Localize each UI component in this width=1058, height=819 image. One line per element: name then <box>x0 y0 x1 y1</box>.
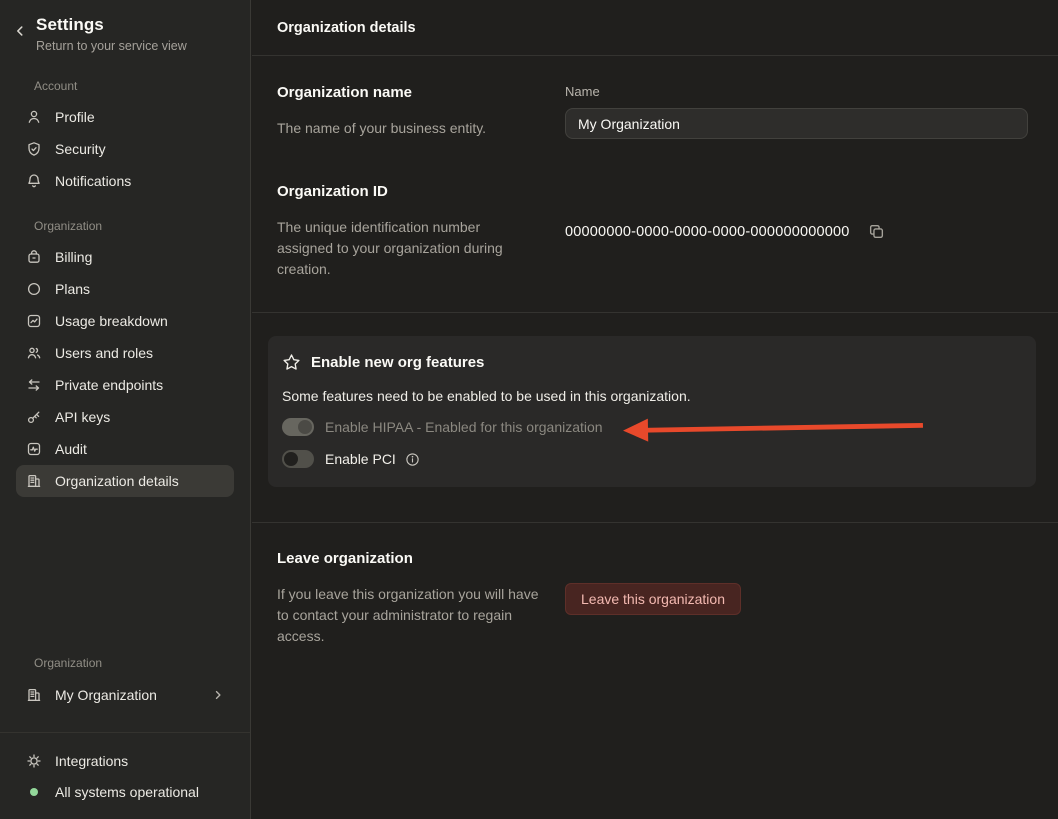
sidebar-item-label: Plans <box>55 281 90 297</box>
user-icon <box>26 109 42 125</box>
pci-toggle[interactable] <box>282 450 314 468</box>
sidebar-item-label: API keys <box>55 409 110 425</box>
shield-check-icon <box>26 141 42 157</box>
sidebar-item-label: Usage breakdown <box>55 313 168 329</box>
sidebar-title: Settings <box>36 15 187 35</box>
building-icon <box>26 473 42 489</box>
system-status-link[interactable]: All systems operational <box>0 776 250 807</box>
copy-icon[interactable] <box>868 223 885 240</box>
section-organization-name: Organization name The name of your busin… <box>252 56 1058 139</box>
key-icon <box>26 409 42 425</box>
org-name-title: Organization name <box>277 84 565 101</box>
org-switcher-label: Organization <box>34 656 250 670</box>
star-icon <box>282 353 301 372</box>
pci-toggle-label: Enable PCI <box>325 451 396 467</box>
page-header: Organization details <box>252 0 1058 56</box>
leave-title: Leave organization <box>277 550 565 567</box>
bell-icon <box>26 173 42 189</box>
nav-section-label-account: Account <box>34 79 250 93</box>
chevron-left-icon[interactable] <box>13 24 27 53</box>
sidebar-footer: Integrations All systems operational <box>0 732 250 819</box>
integrations-label: Integrations <box>55 753 128 769</box>
sidebar-item-organization-details[interactable]: Organization details <box>16 465 234 497</box>
org-switcher[interactable]: My Organization <box>16 678 234 712</box>
name-field-label: Name <box>565 84 1028 99</box>
enable-org-features-card: Enable new org features Some features ne… <box>268 336 1036 487</box>
main-panel: Organization details Organization name T… <box>252 0 1058 819</box>
sidebar-item-users-and-roles[interactable]: Users and roles <box>16 337 234 369</box>
sidebar-spacer <box>0 497 250 656</box>
org-name-input[interactable] <box>565 108 1028 139</box>
sidebar-item-usage-breakdown[interactable]: Usage breakdown <box>16 305 234 337</box>
building-icon <box>26 687 42 703</box>
features-card-title: Enable new org features <box>311 354 484 371</box>
hipaa-toggle-row: Enable HIPAA - Enabled for this organiza… <box>282 418 1022 436</box>
section-leave-organization: Leave organization If you leave this org… <box>252 523 1058 647</box>
pci-toggle-row: Enable PCI <box>282 450 1022 468</box>
features-card-description: Some features need to be enabled to be u… <box>282 388 1022 404</box>
sidebar-item-label: Security <box>55 141 106 157</box>
users-icon <box>26 345 42 361</box>
sidebar-item-plans[interactable]: Plans <box>16 273 234 305</box>
audit-icon <box>26 441 42 457</box>
info-icon[interactable] <box>405 452 420 467</box>
swap-arrows-icon <box>26 377 42 393</box>
chart-icon <box>26 313 42 329</box>
org-switcher-value: My Organization <box>55 687 199 703</box>
leave-description: If you leave this organization you will … <box>277 584 549 647</box>
sidebar-item-profile[interactable]: Profile <box>16 101 234 133</box>
sidebar-item-label: Private endpoints <box>55 377 163 393</box>
sidebar-item-label: Audit <box>55 441 87 457</box>
org-name-description: The name of your business entity. <box>277 118 565 139</box>
nav-section-label-organization: Organization <box>34 219 250 233</box>
billing-icon <box>26 249 42 265</box>
status-label: All systems operational <box>55 784 199 800</box>
section-organization-id: Organization ID The unique identificatio… <box>252 139 1058 280</box>
page-title: Organization details <box>277 20 416 36</box>
integrations-link[interactable]: Integrations <box>0 745 250 776</box>
sidebar-header: Settings Return to your service view <box>0 0 250 53</box>
sidebar-item-billing[interactable]: Billing <box>16 241 234 273</box>
chevron-right-icon <box>212 689 224 701</box>
sidebar-item-label: Organization details <box>55 473 179 489</box>
hipaa-toggle <box>282 418 314 436</box>
settings-sidebar: Settings Return to your service view Acc… <box>0 0 251 819</box>
sidebar-item-audit[interactable]: Audit <box>16 433 234 465</box>
sidebar-item-label: Billing <box>55 249 92 265</box>
sidebar-item-label: Users and roles <box>55 345 153 361</box>
status-dot <box>30 788 38 796</box>
sidebar-item-api-keys[interactable]: API keys <box>16 401 234 433</box>
sidebar-item-notifications[interactable]: Notifications <box>16 165 234 197</box>
org-id-value: 00000000-0000-0000-0000-000000000000 <box>565 224 850 240</box>
sidebar-subtitle[interactable]: Return to your service view <box>36 39 187 53</box>
hipaa-toggle-label: Enable HIPAA - Enabled for this organiza… <box>325 419 603 435</box>
leave-organization-button[interactable]: Leave this organization <box>565 583 741 615</box>
org-id-title: Organization ID <box>277 183 565 200</box>
circle-icon <box>26 281 42 297</box>
sidebar-item-label: Profile <box>55 109 95 125</box>
integrations-icon <box>26 753 42 769</box>
sidebar-item-security[interactable]: Security <box>16 133 234 165</box>
sidebar-item-private-endpoints[interactable]: Private endpoints <box>16 369 234 401</box>
section-divider <box>252 312 1058 313</box>
org-id-description: The unique identification number assigne… <box>277 217 533 280</box>
sidebar-item-label: Notifications <box>55 173 131 189</box>
